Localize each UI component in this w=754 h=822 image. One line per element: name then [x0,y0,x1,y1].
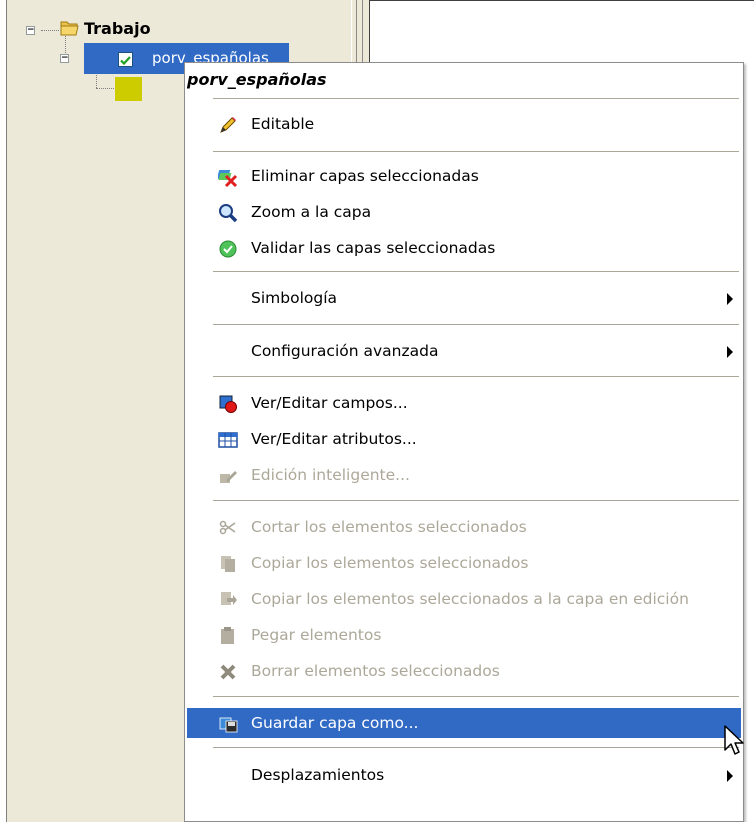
menu-item-label: Editable [251,115,315,133]
layer-collapse-toggle[interactable]: − [60,54,69,63]
mouse-pointer-icon [724,725,744,755]
menu-item-borrar[interactable]: Borrar elementos seleccionados [187,656,741,686]
folder-open-icon [60,21,79,36]
menu-item-eliminar-capas[interactable]: Eliminar capas seleccionadas [187,161,741,191]
fields-icon [219,395,237,413]
layer-visibility-checkbox[interactable] [118,52,133,67]
menu-item-label: Ver/Editar campos... [251,394,408,412]
tree-connector [41,30,59,31]
magnifier-icon [219,204,238,223]
menu-item-simbologia[interactable]: Simbología [187,283,741,313]
menu-item-label: Copiar los elementos seleccionados a la … [251,590,689,608]
x-icon [220,664,236,680]
save-layer-icon [219,717,238,733]
menu-separator [213,98,739,99]
menu-item-label: Edición inteligente... [251,466,410,484]
check-circle-icon [219,240,237,258]
menu-item-edicion-inteligente[interactable]: Edición inteligente... [187,460,741,490]
layer-context-menu: porv_españolas Editable Eliminar capas s… [184,62,744,822]
menu-separator [213,747,739,748]
menu-item-zoom-capa[interactable]: Zoom a la capa [187,197,741,227]
menu-item-ver-editar-atributos[interactable]: Ver/Editar atributos... [187,424,741,454]
delete-layers-icon [218,170,238,187]
menu-item-label: Cortar los elementos seleccionados [251,518,527,536]
menu-item-label: Ver/Editar atributos... [251,430,417,448]
menu-item-label: Eliminar capas seleccionadas [251,167,479,185]
table-icon [218,432,238,448]
menu-item-label: Copiar los elementos seleccionados [251,554,529,572]
menu-item-label: Zoom a la capa [251,203,372,221]
menu-item-label: Desplazamientos [251,766,385,784]
menu-item-label: Simbología [251,289,337,307]
menu-separator [213,324,739,325]
menu-item-editable[interactable]: Editable [187,109,741,139]
menu-separator [213,151,739,152]
menu-separator [213,696,739,697]
tree-connector [96,88,114,89]
menu-item-label: Configuración avanzada [251,342,439,360]
group-label-trabajo[interactable]: Trabajo [84,19,151,38]
submenu-arrow-icon [727,293,733,305]
submenu-arrow-icon [727,346,733,358]
menu-item-label: Pegar elementos [251,626,382,644]
pencil-icon [220,117,236,133]
menu-item-pegar[interactable]: Pegar elementos [187,620,741,650]
menu-item-validar-capas[interactable]: Validar las capas seleccionadas [187,233,741,263]
submenu-arrow-icon [727,770,733,782]
menu-header: porv_españolas [187,70,327,89]
menu-separator [213,500,739,501]
menu-item-desplazamientos[interactable]: Desplazamientos [187,760,741,790]
checkmark-icon [120,56,131,66]
menu-separator [213,376,739,377]
layer-symbol-swatch[interactable] [115,77,142,101]
copy-to-layer-icon [221,592,237,605]
scissors-icon [219,520,236,535]
menu-separator [213,271,739,272]
paste-icon [221,627,234,644]
menu-item-copiar-a-capa[interactable]: Copiar los elementos seleccionados a la … [187,584,741,614]
copy-icon [221,556,235,572]
menu-item-cortar[interactable]: Cortar los elementos seleccionados [187,512,741,542]
smart-edit-icon [220,471,237,483]
menu-item-copiar[interactable]: Copiar los elementos seleccionados [187,548,741,578]
menu-item-configuracion-avanzada[interactable]: Configuración avanzada [187,336,741,366]
group-collapse-toggle[interactable]: − [26,26,35,35]
menu-item-label: Borrar elementos seleccionados [251,662,500,680]
menu-item-label: Guardar capa como... [251,714,419,732]
menu-item-label: Validar las capas seleccionadas [251,239,496,257]
menu-item-guardar-capa[interactable]: Guardar capa como... [187,708,741,738]
tree-connector [65,33,66,55]
menu-item-ver-editar-campos[interactable]: Ver/Editar campos... [187,388,741,418]
